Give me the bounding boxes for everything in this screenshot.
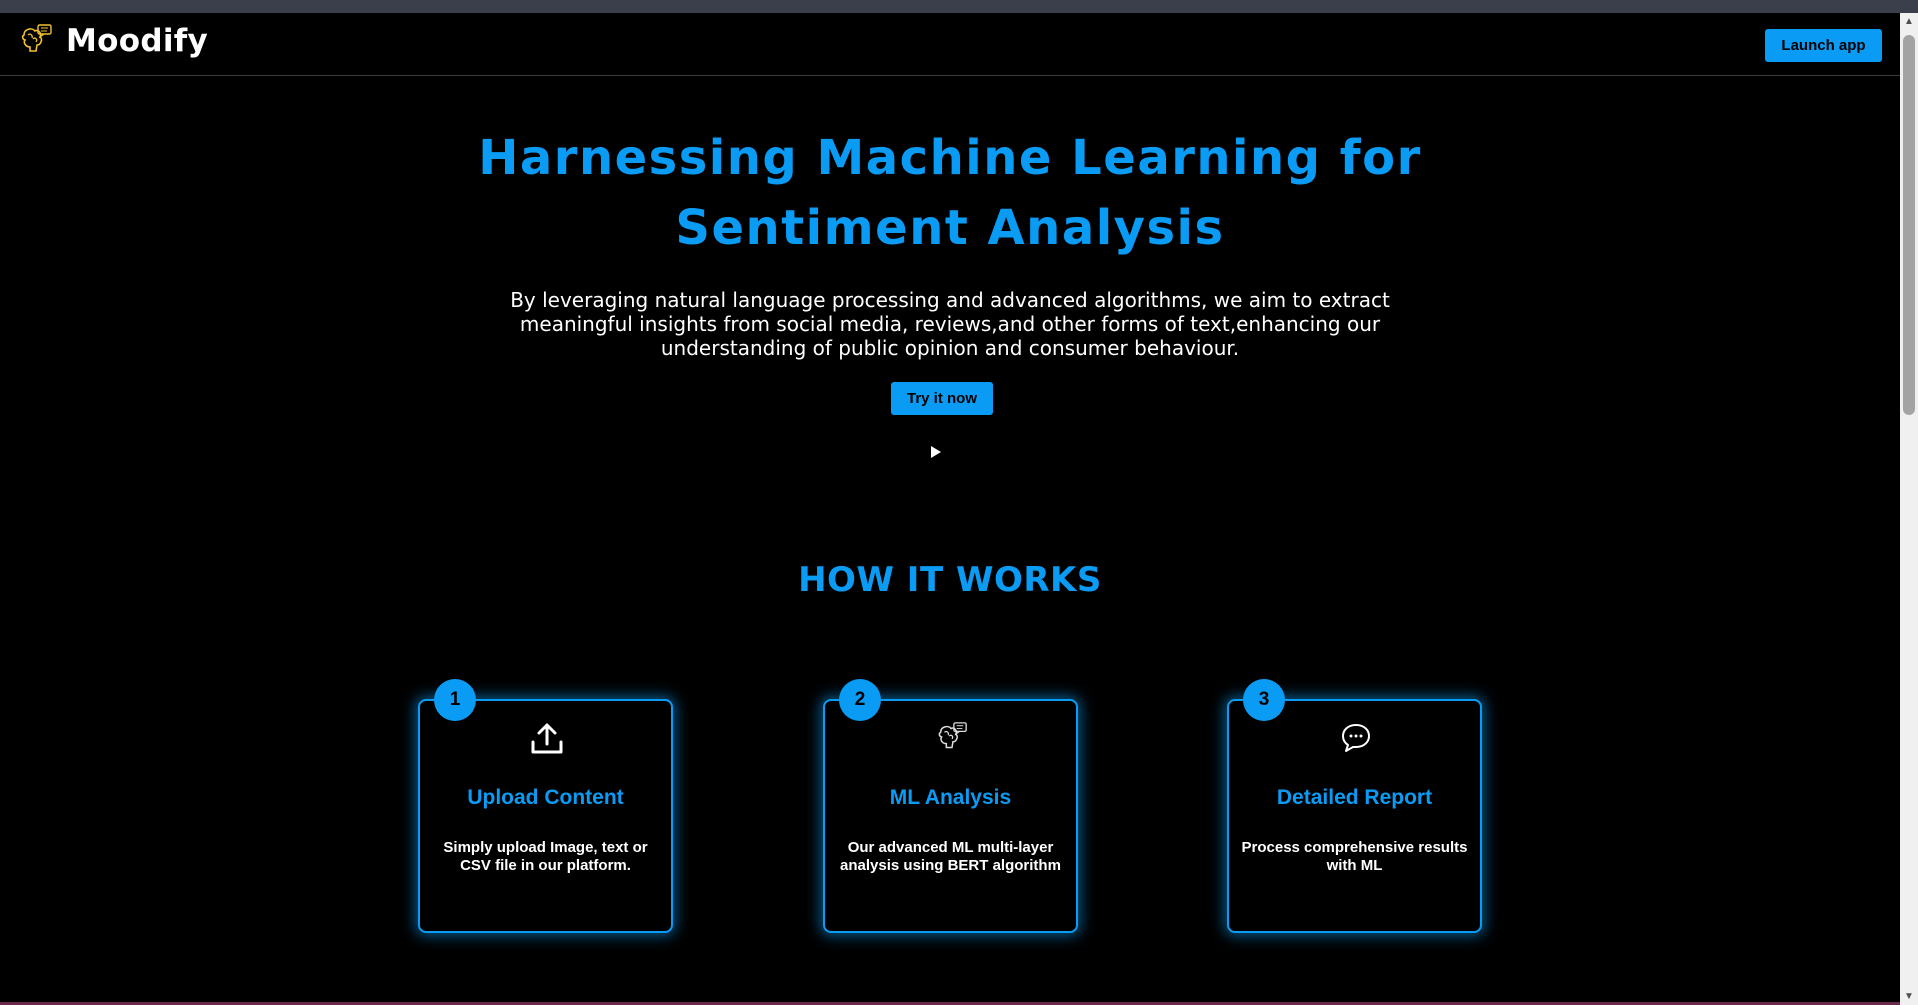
- step-number-badge: 1: [434, 679, 476, 721]
- step-card-upload: 1 Upload Content Simply upload Image, te…: [418, 679, 673, 933]
- brain-chat-icon: [21, 24, 52, 52]
- launch-app-button[interactable]: Launch app: [1765, 29, 1882, 62]
- step-number-badge: 3: [1243, 679, 1285, 721]
- step-number-badge: 2: [839, 679, 881, 721]
- try-it-now-button[interactable]: Try it now: [891, 382, 993, 415]
- scroll-down-arrow-icon[interactable]: ▼: [1900, 988, 1918, 1005]
- step-title: Detailed Report: [1276, 786, 1433, 809]
- step-description: Simply upload Image, text or CSV file in…: [443, 839, 648, 874]
- step-card-detailed-report: 3 Detailed Report Process comprehensive …: [1227, 679, 1482, 933]
- step-title: Upload Content: [467, 786, 624, 809]
- brand-name: Moodify: [66, 23, 209, 59]
- scrollbar-thumb[interactable]: [1903, 35, 1915, 415]
- upload-icon: [528, 719, 566, 757]
- navbar: Moodify Launch app: [0, 13, 1900, 76]
- how-it-works-title: HOW IT WORKS: [798, 560, 1102, 600]
- hero-title: Harnessing Machine Learning for Sentimen…: [450, 123, 1450, 263]
- hero-description: By leveraging natural language processin…: [510, 288, 1390, 360]
- vertical-scrollbar[interactable]: ▲ ▼: [1900, 13, 1918, 1005]
- step-description: Our advanced ML multi-layer analysis usi…: [840, 839, 1061, 874]
- scroll-up-arrow-icon[interactable]: ▲: [1900, 13, 1918, 30]
- play-icon[interactable]: [930, 445, 942, 459]
- window-top-strip: [0, 0, 1918, 13]
- page: Moodify Launch app Harnessing Machine Le…: [0, 13, 1900, 1002]
- step-title: ML Analysis: [889, 786, 1012, 809]
- step-description: Process comprehensive results with ML: [1241, 839, 1468, 874]
- hero-title-line1: Harnessing Machine Learning for: [478, 130, 1422, 186]
- step-card-ml-analysis: 2 ML Analysis Our advanced ML multi-laye…: [823, 679, 1078, 933]
- chat-bubble-icon: [1337, 719, 1375, 757]
- brand[interactable]: Moodify: [18, 23, 208, 59]
- brain-chat-icon: [933, 719, 971, 757]
- hero-title-line2: Sentiment Analysis: [675, 200, 1225, 256]
